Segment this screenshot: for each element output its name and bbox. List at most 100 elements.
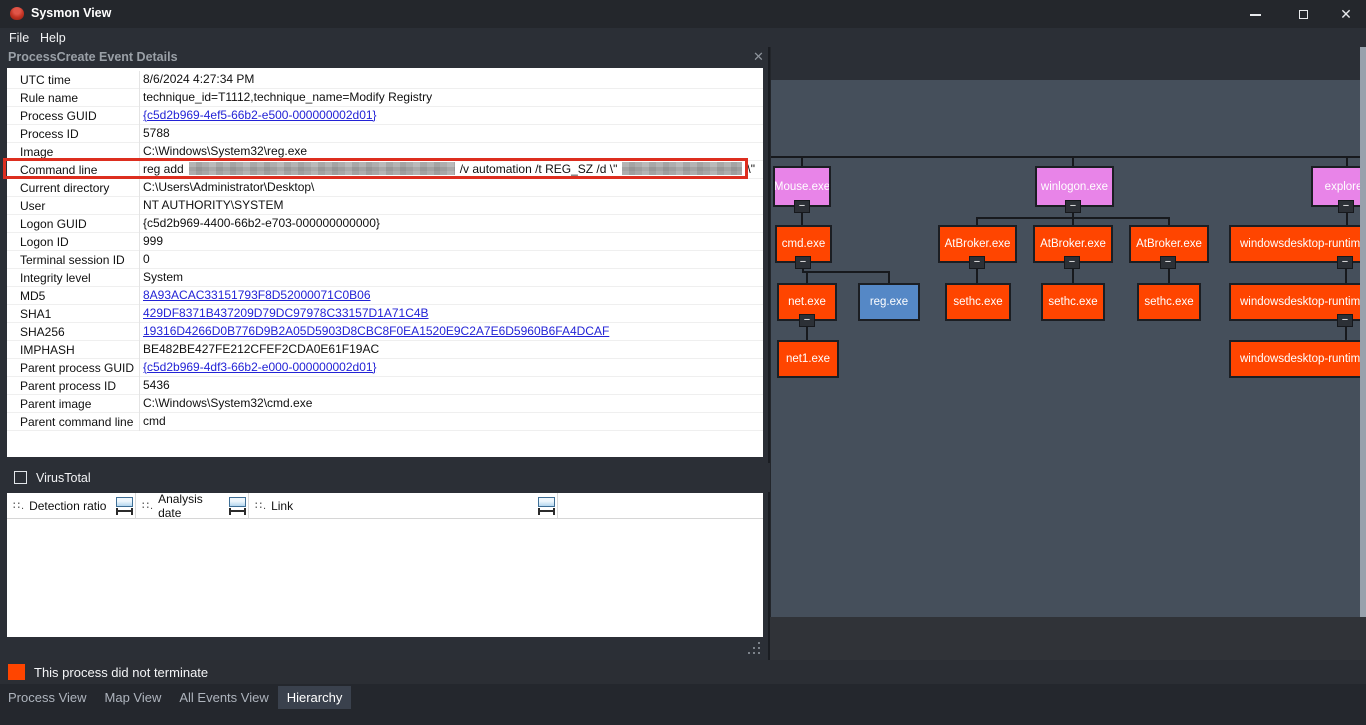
row-value: BE482BE427FE212CFEF2CDA0E61F19AC	[139, 341, 763, 359]
collapse-button[interactable]: −	[1065, 200, 1081, 213]
tree-node-reg-selected[interactable]: reg.exe	[858, 283, 920, 321]
collapse-button[interactable]: −	[1337, 314, 1353, 327]
tree-top-strip	[771, 47, 1366, 80]
row-value: cmd	[139, 413, 763, 431]
window-title: Sysmon View	[31, 6, 111, 20]
menu-help[interactable]: Help	[36, 30, 70, 46]
table-row: MD58A93ACAC33151793F8D52000071C0B06	[7, 287, 763, 305]
restore-button[interactable]	[1286, 0, 1320, 28]
tree-connector	[801, 158, 803, 166]
title-bar: Sysmon View ✕	[0, 0, 1366, 28]
restore-icon	[1299, 10, 1308, 19]
menu-file[interactable]: File	[5, 30, 33, 46]
collapse-button[interactable]: −	[969, 256, 985, 269]
table-row: Logon ID999	[7, 233, 763, 251]
virustotal-grid-header: ∷. Detection ratio ∷. Analysis date ∷. L…	[7, 493, 763, 519]
tree-node-sethc-3[interactable]: sethc.exe	[1137, 283, 1201, 321]
redacted-block	[189, 162, 455, 175]
table-row: SHA1429DF8371B437209D79DC97978C33157D1A7…	[7, 305, 763, 323]
table-row: IMPHASHBE482BE427FE212CFEF2CDA0E61F19AC	[7, 341, 763, 359]
panel-close-icon[interactable]: ✕	[753, 49, 764, 65]
tab-hierarchy[interactable]: Hierarchy	[278, 686, 352, 709]
row-value: C:\Users\Administrator\Desktop\	[139, 179, 763, 197]
legend-text: This process did not terminate	[34, 665, 208, 680]
panel-resize-grip[interactable]	[748, 642, 762, 656]
virustotal-bar: VirusTotal	[0, 463, 770, 492]
tree-connector	[806, 273, 808, 283]
column-width-icon	[537, 497, 555, 515]
tree-connector	[1346, 158, 1348, 166]
tree-node-sethc-2[interactable]: sethc.exe	[1041, 283, 1105, 321]
tree-node-windowsdesktop-runtime-3[interactable]: windowsdesktop-runtime-6	[1229, 340, 1366, 378]
event-details-panel: ProcessCreate Event Details ✕ UTC time8/…	[0, 47, 770, 660]
row-value: technique_id=T1112,technique_name=Modify…	[139, 89, 763, 107]
collapse-button[interactable]: −	[799, 314, 815, 327]
tab-process-view[interactable]: Process View	[0, 686, 96, 709]
column-width-icon	[228, 497, 246, 515]
table-row: Parent imageC:\Windows\System32\cmd.exe	[7, 395, 763, 413]
minimize-button[interactable]	[1238, 0, 1272, 28]
hierarchy-tree-panel: Mouse.exe winlogon.exe explorer.exe cmd.…	[770, 47, 1366, 617]
event-table: UTC time8/6/2024 4:27:34 PM Rule nametec…	[7, 68, 763, 457]
column-header-link[interactable]: ∷. Link	[249, 493, 558, 518]
table-row: Terminal session ID0	[7, 251, 763, 269]
table-row: Parent process GUID{c5d2b969-4df3-66b2-e…	[7, 359, 763, 377]
app-logo-icon	[10, 7, 24, 20]
md5-link[interactable]: 8A93ACAC33151793F8D52000071C0B06	[139, 287, 763, 305]
process-guid-link[interactable]: {c5d2b969-4ef5-66b2-e500-000000002d01}	[139, 107, 763, 125]
sha256-link[interactable]: 19316D4266D0B776D9B2A05D5903D8CBC8F0EA15…	[139, 323, 763, 341]
collapse-button[interactable]: −	[1338, 200, 1354, 213]
not-terminated-swatch	[8, 664, 25, 680]
tab-all-events-view[interactable]: All Events View	[170, 686, 277, 709]
table-row: Integrity levelSystem	[7, 269, 763, 287]
close-button[interactable]: ✕	[1329, 0, 1363, 28]
row-value: C:\Windows\System32\reg.exe	[139, 143, 763, 161]
menu-bar: File Help	[0, 28, 1366, 47]
collapse-button[interactable]: −	[794, 200, 810, 213]
row-value: 0	[139, 251, 763, 269]
row-value: 5436	[139, 377, 763, 395]
collapse-button[interactable]: −	[1160, 256, 1176, 269]
view-tab-bar: Process View Map View All Events View Hi…	[0, 684, 1366, 710]
collapse-button[interactable]: −	[1064, 256, 1080, 269]
table-row: Parent command linecmd	[7, 413, 763, 431]
redacted-block	[622, 162, 742, 175]
minimize-icon	[1250, 14, 1261, 16]
bottom-strip	[0, 710, 1366, 725]
parent-guid-link[interactable]: {c5d2b969-4df3-66b2-e000-000000002d01}	[139, 359, 763, 377]
virustotal-checkbox[interactable]	[14, 471, 27, 484]
tree-connector	[888, 273, 890, 283]
tab-map-view[interactable]: Map View	[96, 686, 171, 709]
tree-node-net1[interactable]: net1.exe	[777, 340, 839, 378]
tree-vertical-scrollbar[interactable]	[1360, 47, 1366, 617]
table-row: Current directoryC:\Users\Administrator\…	[7, 179, 763, 197]
sha1-link[interactable]: 429DF8371B437209D79DC97978C33157D1A71C4B	[139, 305, 763, 323]
tree-connector	[1072, 158, 1074, 166]
table-row: Rule nametechnique_id=T1112,technique_na…	[7, 89, 763, 107]
table-row: UTC time8/6/2024 4:27:34 PM	[7, 71, 763, 89]
collapse-button[interactable]: −	[1337, 256, 1353, 269]
row-value: C:\Windows\System32\cmd.exe	[139, 395, 763, 413]
collapse-button[interactable]: −	[795, 256, 811, 269]
tree-connector	[771, 156, 1366, 158]
table-row: Parent process ID5436	[7, 377, 763, 395]
table-row: ImageC:\Windows\System32\reg.exe	[7, 143, 763, 161]
table-row: Process GUID{c5d2b969-4ef5-66b2-e500-000…	[7, 107, 763, 125]
virustotal-grid: ∷. Detection ratio ∷. Analysis date ∷. L…	[7, 493, 763, 637]
panel-title: ProcessCreate Event Details	[8, 50, 178, 64]
tree-connector	[802, 271, 890, 273]
column-header-detection-ratio[interactable]: ∷. Detection ratio	[7, 493, 136, 518]
table-row: Process ID5788	[7, 125, 763, 143]
table-row: UserNT AUTHORITY\SYSTEM	[7, 197, 763, 215]
legend-bar: This process did not terminate	[0, 660, 1366, 684]
column-header-analysis-date[interactable]: ∷. Analysis date	[136, 493, 249, 518]
table-row: SHA25619316D4266D0B776D9B2A05D5903D8CBC8…	[7, 323, 763, 341]
virustotal-label: VirusTotal	[36, 471, 91, 485]
tree-node-sethc-1[interactable]: sethc.exe	[945, 283, 1011, 321]
row-value: NT AUTHORITY\SYSTEM	[139, 197, 763, 215]
table-row-commandline: Command line reg add/v automation /t REG…	[7, 161, 763, 179]
table-row: Logon GUID{c5d2b969-4400-66b2-e703-00000…	[7, 215, 763, 233]
row-value: 999	[139, 233, 763, 251]
row-value: 8/6/2024 4:27:34 PM	[139, 71, 763, 89]
row-value: 5788	[139, 125, 763, 143]
